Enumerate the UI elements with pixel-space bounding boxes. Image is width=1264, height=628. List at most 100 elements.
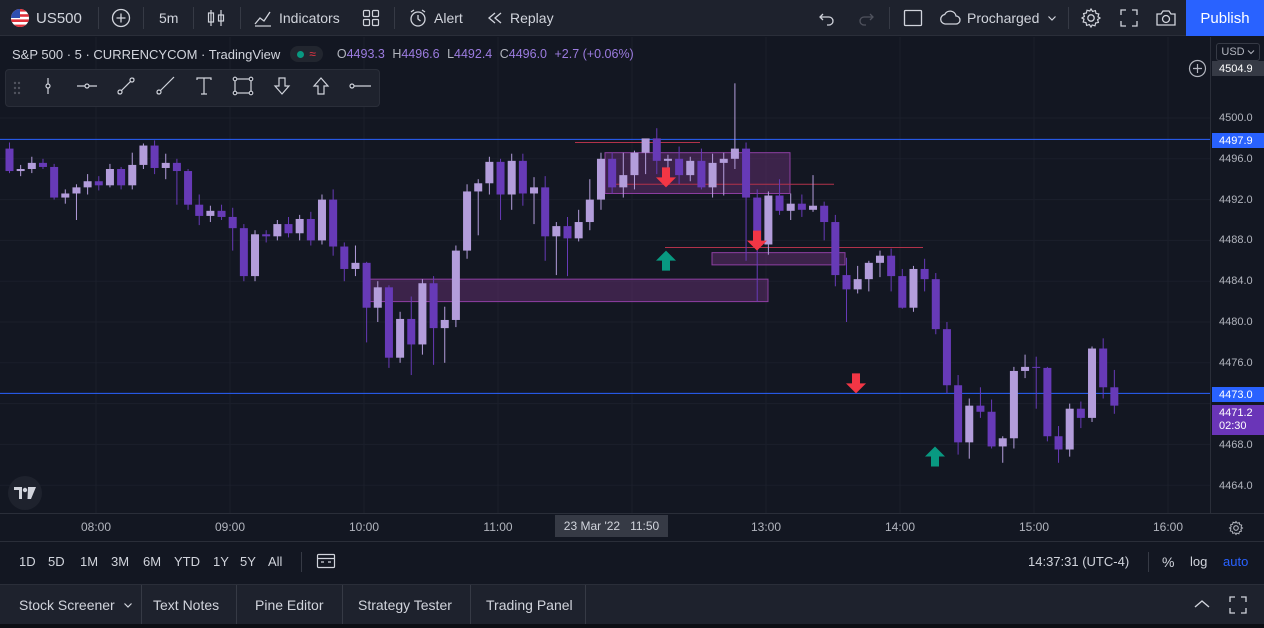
candle [1032, 356, 1041, 409]
candle [1054, 426, 1063, 463]
fullscreen-button[interactable] [1119, 0, 1139, 36]
candle-body [418, 283, 427, 345]
tab-trading-panel[interactable]: Trading Panel [486, 585, 573, 625]
tab-pine-editor[interactable]: Pine Editor [255, 585, 323, 625]
range-5d-button[interactable]: 5D [48, 554, 65, 569]
range-1m-button[interactable]: 1M [80, 554, 98, 569]
candle-body [228, 216, 237, 229]
arrow-down-tool[interactable] [262, 70, 301, 106]
redo-button[interactable] [857, 0, 875, 36]
symbol-search-button[interactable]: US500 [10, 0, 82, 36]
candle [105, 163, 114, 188]
layout-button[interactable] [903, 0, 923, 36]
candle [384, 285, 393, 368]
alert-icon [408, 8, 428, 28]
range-ytd-button[interactable]: YTD [174, 554, 200, 569]
candle [954, 375, 963, 455]
candle-body [50, 166, 59, 198]
vertical-line-icon [38, 76, 58, 101]
auto-scale-toggle[interactable]: auto [1223, 554, 1248, 569]
plus-icon [111, 8, 131, 28]
vertical-line-tool[interactable] [28, 70, 67, 106]
candle-body [351, 262, 360, 269]
collapse-panel-button[interactable] [1193, 597, 1211, 616]
chevron-down-icon [1247, 50, 1254, 55]
candle-body [161, 162, 170, 168]
range-6m-button[interactable]: 6M [143, 554, 161, 569]
candle [920, 258, 929, 292]
time-tick: 15:00 [1018, 520, 1050, 534]
tab-label: Text Notes [153, 597, 220, 613]
footer-strip [0, 624, 1264, 628]
candle-body [16, 169, 25, 172]
candle [887, 248, 896, 292]
ray-tool[interactable] [145, 70, 184, 106]
range-1d-button[interactable]: 1D [19, 554, 36, 569]
text-tool[interactable] [184, 70, 223, 106]
tab-text-notes[interactable]: Text Notes [153, 585, 219, 625]
drawing-toolbar [5, 69, 380, 107]
horizontal-line-tool[interactable] [67, 70, 106, 106]
tab-strategy-tester[interactable]: Strategy Tester [358, 585, 452, 625]
currency-selector[interactable]: USD [1216, 43, 1260, 61]
chart-pane[interactable] [0, 37, 1210, 513]
candle-body [686, 160, 695, 176]
snapshot-button[interactable] [1155, 0, 1177, 36]
drag-handle[interactable] [6, 70, 28, 106]
candle-body [38, 162, 47, 167]
candle-body [195, 204, 204, 216]
maximize-panel-button[interactable] [1229, 596, 1247, 619]
settings-button[interactable] [1080, 0, 1102, 36]
bottom-panel-tabs: Stock Screener Text Notes Pine Editor St… [0, 584, 1264, 625]
candlestick-chart[interactable] [0, 37, 1210, 513]
replay-button[interactable]: Replay [486, 0, 554, 36]
layout-name-button[interactable]: Procharged [939, 0, 1057, 36]
goto-date-button[interactable] [316, 552, 336, 575]
compare-symbol-button[interactable] [111, 0, 131, 36]
percent-scale-toggle[interactable]: % [1162, 554, 1174, 570]
log-scale-toggle[interactable]: log [1190, 554, 1207, 569]
last-price-value: 4471.2 [1219, 407, 1253, 419]
range-1y-button[interactable]: 1Y [213, 554, 229, 569]
legend-title[interactable]: S&P 500 · 5 · CURRENCYCOM · TradingView [12, 47, 280, 62]
undo-button[interactable] [818, 0, 836, 36]
chevron-down-icon [123, 603, 132, 608]
rectangle-tool[interactable] [223, 70, 262, 106]
candle [50, 163, 59, 200]
trend-line-tool[interactable] [106, 70, 145, 106]
interval-label: 5m [159, 10, 179, 26]
candle-body [954, 385, 963, 443]
tab-stock-screener[interactable]: Stock Screener [19, 585, 133, 625]
chart-type-button[interactable] [206, 0, 226, 36]
market-status-toggle[interactable]: ≈ [290, 46, 323, 62]
range-3m-button[interactable]: 3M [111, 554, 129, 569]
add-alert-plus-icon[interactable] [1188, 59, 1207, 78]
templates-button[interactable] [361, 0, 381, 36]
indicators-button[interactable]: Indicators [253, 0, 340, 36]
time-tick: 08:00 [80, 520, 112, 534]
undo-icon [818, 9, 836, 27]
candle [485, 156, 494, 195]
interval-button[interactable]: 5m [159, 0, 178, 36]
arrow-up-tool[interactable] [301, 70, 340, 106]
level-high-label: 4497.9 [1212, 133, 1264, 148]
candle-body [998, 438, 1007, 447]
alert-button[interactable]: Alert [408, 0, 463, 36]
axis-settings-button[interactable] [1228, 520, 1244, 541]
candle-body [708, 162, 717, 188]
timezone-clock[interactable]: 14:37:31 (UTC-4) [1028, 554, 1129, 569]
candle [541, 176, 550, 261]
fullscreen-icon [1119, 8, 1139, 28]
replay-icon [486, 9, 504, 27]
range-all-button[interactable]: All [268, 554, 282, 569]
publish-button[interactable]: Publish [1186, 0, 1264, 36]
candle [83, 174, 92, 195]
candle [1099, 338, 1108, 399]
horizontal-ray-tool[interactable] [340, 70, 379, 106]
price-axis[interactable]: USD 4500.0 4496.0 4492.0 4488.0 4484.0 4… [1210, 37, 1264, 513]
candle-body [552, 226, 561, 237]
range-5y-button[interactable]: 5Y [240, 554, 256, 569]
tradingview-logo[interactable] [8, 476, 42, 510]
candle-body [83, 181, 92, 188]
ray-icon [154, 75, 176, 102]
